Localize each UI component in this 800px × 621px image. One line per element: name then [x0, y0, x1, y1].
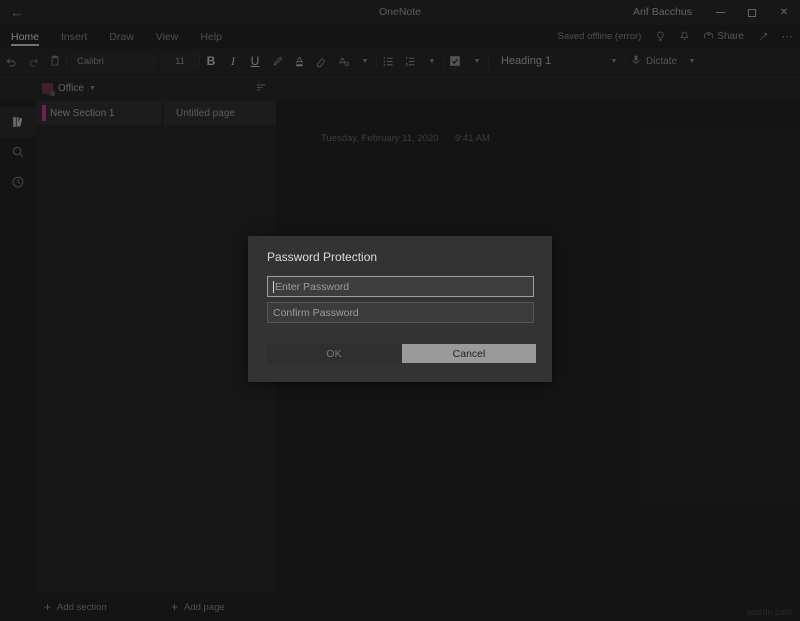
- cancel-button[interactable]: Cancel: [402, 344, 536, 363]
- confirm-password-input[interactable]: Confirm Password: [267, 302, 534, 323]
- dialog-title: Password Protection: [267, 250, 378, 264]
- ok-button[interactable]: OK: [267, 344, 401, 363]
- enter-password-input[interactable]: Enter Password: [267, 276, 534, 297]
- password-protection-dialog: Password Protection Enter Password Confi…: [248, 236, 552, 382]
- confirm-password-placeholder: Confirm Password: [273, 306, 359, 319]
- onenote-window: ← OneNote Arif Bacchus ✕ Home Insert Dra…: [0, 0, 800, 621]
- text-cursor: [273, 280, 274, 293]
- enter-password-placeholder: Enter Password: [275, 280, 350, 293]
